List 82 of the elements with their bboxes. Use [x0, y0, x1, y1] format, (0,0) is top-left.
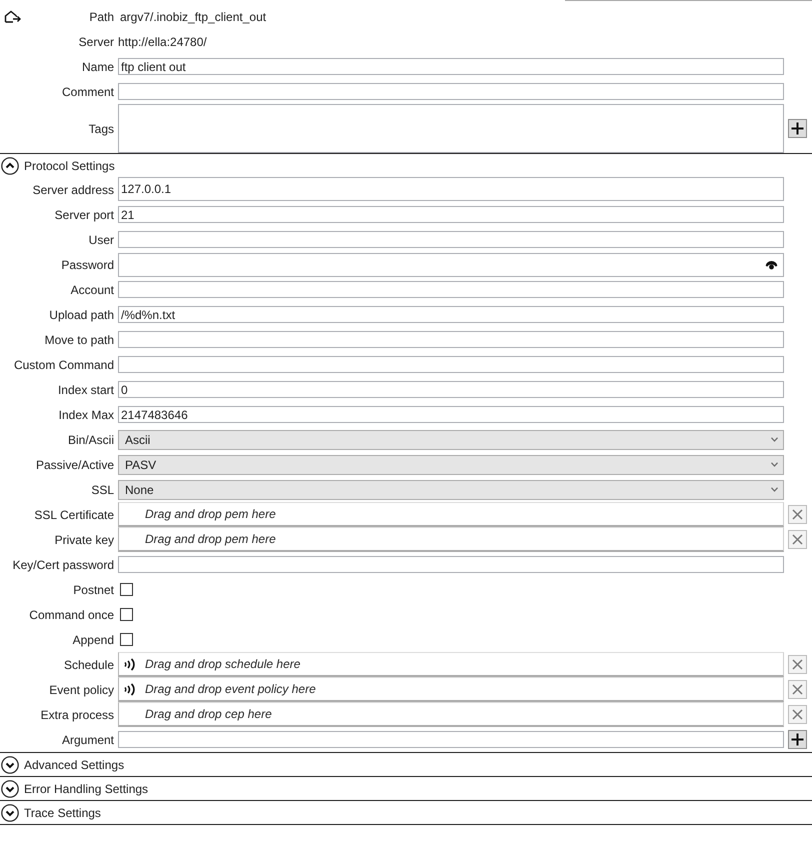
- path-label: Path: [89, 10, 114, 24]
- field-label: Account: [70, 282, 114, 296]
- field-label: Tags: [88, 122, 114, 136]
- close-icon: [792, 659, 803, 670]
- drop-hint: Drag and drop cep here: [145, 707, 272, 721]
- server-value: http://ella:24780/: [118, 34, 208, 48]
- input-field[interactable]: [118, 231, 784, 248]
- eye-icon[interactable]: [765, 260, 778, 270]
- field-label: Append: [72, 632, 114, 646]
- input-field[interactable]: 21: [118, 206, 784, 223]
- field-label: Extra process: [40, 708, 114, 722]
- add-button[interactable]: [788, 730, 807, 749]
- field-label: Move to path: [44, 332, 114, 346]
- dropdown[interactable]: None: [118, 480, 784, 500]
- drop-zone[interactable]: Drag and drop pem here: [118, 527, 784, 552]
- field-label: Comment: [62, 84, 114, 98]
- field-label: Name: [82, 60, 114, 74]
- close-icon: [792, 509, 803, 520]
- drop-zone[interactable]: Drag and drop cep here: [118, 702, 784, 727]
- field-label: Command once: [29, 608, 114, 622]
- chevron-down-icon: [771, 487, 778, 492]
- input-field[interactable]: [118, 356, 784, 373]
- remove-button[interactable]: [788, 505, 807, 524]
- input-field[interactable]: 0: [118, 381, 784, 398]
- drop-hint: Drag and drop pem here: [145, 532, 276, 546]
- drop-zone[interactable]: Drag and drop event policy here: [118, 677, 784, 702]
- dropdown[interactable]: Ascii: [118, 430, 784, 450]
- house-arrow-icon[interactable]: [4, 10, 22, 23]
- drop-zone[interactable]: Drag and drop schedule here: [118, 652, 784, 677]
- plus-icon: [791, 733, 804, 746]
- input-field[interactable]: [118, 331, 784, 348]
- add-button[interactable]: [788, 119, 807, 138]
- tags-field[interactable]: [118, 104, 784, 153]
- plus-icon: [791, 122, 804, 135]
- field-label: Index start: [58, 382, 114, 396]
- remove-button[interactable]: [788, 680, 807, 699]
- signal-waves-icon: [123, 682, 136, 696]
- dropdown[interactable]: PASV: [118, 454, 784, 474]
- close-icon: [792, 534, 803, 545]
- field-label: Index Max: [58, 408, 114, 422]
- field-label: Private key: [54, 532, 114, 546]
- chevron-down-icon: [771, 462, 778, 467]
- field-label: Passive/Active: [36, 458, 114, 472]
- field-label: Postnet: [73, 582, 114, 596]
- input-field[interactable]: /%d%n.txt: [118, 306, 784, 323]
- input-field[interactable]: [118, 281, 784, 298]
- checkbox[interactable]: [120, 583, 133, 596]
- field-label: Server address: [32, 182, 114, 196]
- drop-hint: Drag and drop pem here: [145, 507, 276, 521]
- password-field[interactable]: [118, 252, 784, 276]
- drop-hint: Drag and drop event policy here: [145, 682, 316, 696]
- drop-hint: Drag and drop schedule here: [145, 657, 300, 671]
- close-icon: [792, 709, 803, 720]
- field-label: Bin/Ascii: [68, 432, 114, 446]
- remove-button[interactable]: [788, 705, 807, 724]
- drop-zone[interactable]: Drag and drop pem here: [118, 502, 784, 527]
- field-label: Upload path: [49, 308, 114, 322]
- remove-button[interactable]: [788, 655, 807, 674]
- input-field[interactable]: ftp client out: [118, 58, 784, 75]
- field-label: Key/Cert password: [12, 558, 114, 572]
- input-field[interactable]: [118, 556, 784, 573]
- checkbox[interactable]: [120, 608, 133, 621]
- remove-button[interactable]: [788, 530, 807, 549]
- input-field[interactable]: 127.0.0.1: [118, 177, 784, 201]
- field-label: Custom Command: [14, 358, 114, 372]
- field-label: Schedule: [64, 658, 114, 672]
- checkbox[interactable]: [120, 633, 133, 646]
- field-label: Password: [61, 258, 114, 272]
- field-label: Argument: [62, 732, 114, 746]
- input-field[interactable]: [118, 83, 784, 100]
- close-icon: [792, 684, 803, 695]
- server-label: Server: [78, 34, 114, 48]
- field-label: Event policy: [49, 682, 114, 696]
- field-label: Server port: [54, 208, 114, 222]
- field-label: SSL Certificate: [34, 508, 114, 522]
- path-value: argv7/.inobiz_ftp_client_out: [119, 10, 268, 24]
- signal-waves-icon: [123, 658, 136, 670]
- input-field[interactable]: 2147483646: [118, 406, 784, 423]
- field-label: User: [88, 232, 114, 246]
- chevron-down-icon: [771, 437, 778, 442]
- input-field[interactable]: [118, 731, 784, 748]
- field-label: SSL: [91, 482, 114, 496]
